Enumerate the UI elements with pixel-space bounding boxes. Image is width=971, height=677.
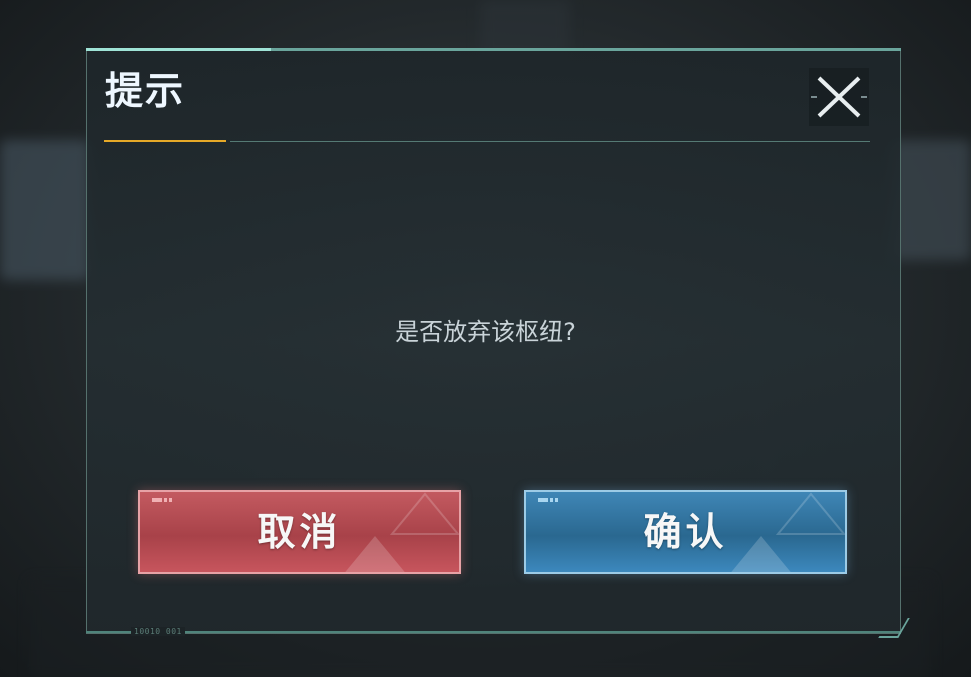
dialog-serial-label: 10010 001 <box>131 627 185 636</box>
background-scenery-left <box>0 140 90 280</box>
dialog-top-border-highlight <box>86 48 271 51</box>
title-underline-accent <box>104 140 226 142</box>
background-scenery-right <box>891 140 971 260</box>
title-underline <box>230 141 870 142</box>
close-button[interactable] <box>809 68 869 126</box>
cancel-button-label: 取消 <box>257 509 342 554</box>
confirm-button-label: 确认 <box>643 509 728 554</box>
dialog-bottom-border <box>86 631 901 633</box>
dialog-message: 是否放弃该枢纽? <box>395 318 576 346</box>
confirm-button[interactable]: 确认 <box>524 490 847 574</box>
close-x-icon <box>811 76 867 118</box>
button-stripe-decoration <box>152 498 172 502</box>
dialog-title: 提示 <box>105 68 186 113</box>
cancel-button[interactable]: 取消 <box>138 490 461 574</box>
button-stripe-decoration <box>538 498 558 502</box>
